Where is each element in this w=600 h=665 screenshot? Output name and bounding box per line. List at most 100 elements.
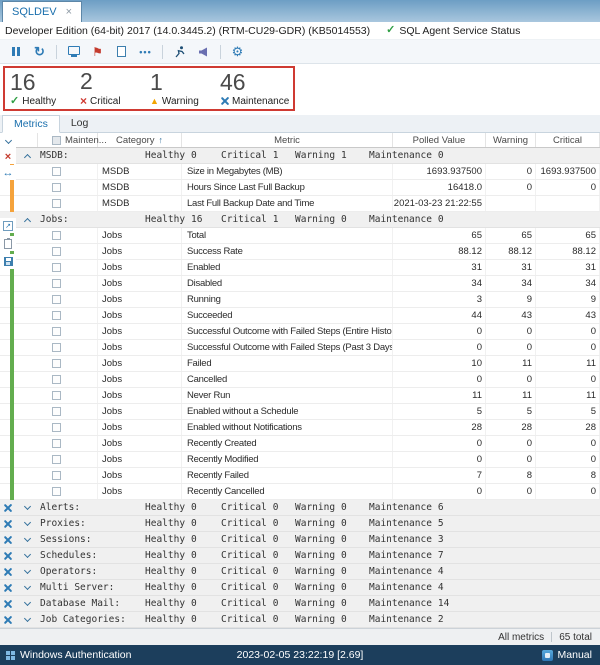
metric-row[interactable]: Jobs Successful Outcome with Failed Step… [0, 340, 600, 356]
settings-button[interactable]: ⚙ [227, 42, 248, 62]
expand-chevron-icon[interactable] [23, 534, 31, 543]
metric-row[interactable]: Jobs Never Run 11 11 11 [0, 388, 600, 404]
collapsed-group-row[interactable]: Operators: Healthy 0 Critical 0 Warning 0 M… [0, 564, 600, 580]
maintenance-checkbox[interactable] [52, 231, 61, 240]
group-row-msdb[interactable]: MSDB: Healthy 0 Critical 1 Warning 1 Mainte… [0, 148, 600, 164]
metric-row[interactable]: MSDB Hours Since Last Full Backup 16418.… [0, 180, 600, 196]
maintenance-checkbox[interactable] [52, 167, 61, 176]
report-button[interactable] [111, 42, 132, 62]
maintenance-checkbox[interactable] [52, 199, 61, 208]
column-header-metric[interactable]: Metric [182, 133, 393, 147]
metric-row[interactable]: Jobs Recently Created 0 0 0 [0, 436, 600, 452]
maintenance-checkbox[interactable] [52, 295, 61, 304]
metric-row[interactable]: Jobs Enabled without Notifications 28 28… [0, 420, 600, 436]
group-maintenance: Maintenance 0 [369, 150, 444, 161]
agent-run-button[interactable] [169, 42, 190, 62]
flag-button[interactable]: ⚑ [87, 42, 108, 62]
select-all-checkbox[interactable] [52, 135, 61, 145]
metric-row[interactable]: Jobs Success Rate 88.12 88.12 88.12 [0, 244, 600, 260]
critical-cell: 0 [536, 372, 600, 387]
maintenance-checkbox[interactable] [52, 439, 61, 448]
column-header-warning[interactable]: Warning [486, 133, 536, 147]
expand-chevron-icon[interactable] [23, 598, 31, 607]
group-name: Sessions: [40, 534, 92, 545]
collapse-chevron-icon[interactable] [23, 153, 31, 161]
maintenance-checkbox[interactable] [52, 423, 61, 432]
refresh-button[interactable]: ↻ [29, 42, 50, 62]
app-window: SQLDEV × Developer Edition (64-bit) 2017… [0, 0, 600, 665]
pause-button[interactable] [5, 42, 26, 62]
announce-button[interactable] [193, 42, 214, 62]
tab-log[interactable]: Log [60, 114, 100, 132]
column-header-category[interactable]: Category ↑ [98, 133, 182, 147]
metric-cell: Enabled without a Schedule [182, 404, 393, 419]
maintenance-checkbox[interactable] [52, 391, 61, 400]
collapse-all-button[interactable] [0, 134, 16, 149]
polled-header-label: Polled Value [412, 134, 466, 146]
metric-row[interactable]: Jobs Recently Failed 7 8 8 [0, 468, 600, 484]
maintenance-checkbox[interactable] [52, 487, 61, 496]
metric-row[interactable]: Jobs Total 65 65 65 [0, 228, 600, 244]
metric-row[interactable]: Jobs Successful Outcome with Failed Step… [0, 324, 600, 340]
maintenance-checkbox[interactable] [52, 407, 61, 416]
maintenance-checkbox[interactable] [52, 327, 61, 336]
tab-title: SQLDEV [12, 6, 57, 18]
column-header-critical[interactable]: Critical [536, 133, 600, 147]
maintenance-checkbox[interactable] [52, 183, 61, 192]
maintenance-checkbox[interactable] [52, 343, 61, 352]
more-options-button[interactable]: ••• [135, 42, 156, 62]
metrics-grid: Mainten... Category ↑ Metric Polled Valu… [0, 133, 600, 628]
export-button[interactable]: ↗ [0, 218, 16, 233]
metric-row[interactable]: Jobs Enabled 31 31 31 [0, 260, 600, 276]
expand-chevron-icon[interactable] [23, 502, 31, 511]
maintenance-checkbox[interactable] [52, 455, 61, 464]
expand-chevron-icon[interactable] [23, 566, 31, 575]
maintenance-checkbox[interactable] [52, 311, 61, 320]
save-button[interactable] [0, 254, 16, 269]
copy-button[interactable] [0, 236, 16, 251]
expand-chevron-icon[interactable] [23, 550, 31, 559]
metric-row[interactable]: MSDB Last Full Backup Date and Time 2021… [0, 196, 600, 212]
collapsed-group-row[interactable]: Multi Server: Healthy 0 Critical 0 Warning… [0, 580, 600, 596]
group-healthy: Healthy 0 [145, 518, 197, 529]
collapsed-group-row[interactable]: Schedules: Healthy 0 Critical 0 Warning 0 M… [0, 548, 600, 564]
metric-row[interactable]: Jobs Running 3 9 9 [0, 292, 600, 308]
category-cell: MSDB [98, 196, 182, 211]
metric-row[interactable]: Jobs Cancelled 0 0 0 [0, 372, 600, 388]
connection-tab-sqldev[interactable]: SQLDEV × [2, 1, 83, 22]
metric-row[interactable]: Jobs Recently Cancelled 0 0 0 [0, 484, 600, 500]
column-header-maintenance[interactable]: Mainten... [38, 133, 107, 147]
maintenance-checkbox[interactable] [52, 375, 61, 384]
tab-close-icon[interactable]: × [66, 6, 72, 18]
metric-row[interactable]: MSDB Size in Megabytes (MB) 1693.937500 … [0, 164, 600, 180]
metric-row[interactable]: Jobs Failed 10 11 11 [0, 356, 600, 372]
tab-metrics[interactable]: Metrics [2, 115, 60, 133]
refresh-mode[interactable]: Manual [541, 649, 592, 661]
maintenance-checkbox[interactable] [52, 263, 61, 272]
clear-button[interactable]: × [0, 149, 16, 164]
refresh-icon: ↻ [34, 44, 45, 59]
collapsed-group-row[interactable]: Job Categories: Healthy 0 Critical 0 Warni… [0, 612, 600, 628]
group-row-jobs[interactable]: Jobs: Healthy 16 Critical 1 Warning 0 Maint… [0, 212, 600, 228]
maintenance-checkbox[interactable] [52, 279, 61, 288]
metric-row[interactable]: Jobs Succeeded 44 43 43 [0, 308, 600, 324]
maintenance-checkbox[interactable] [52, 359, 61, 368]
group-name: MSDB: [40, 150, 69, 161]
expand-chevron-icon[interactable] [23, 614, 31, 623]
polled-value-cell: 7 [393, 468, 486, 483]
column-header-polled-value[interactable]: Polled Value [393, 133, 486, 147]
collapsed-group-row[interactable]: Sessions: Healthy 0 Critical 0 Warning 0 Ma… [0, 532, 600, 548]
expand-chevron-icon[interactable] [23, 582, 31, 591]
collapsed-group-row[interactable]: Alerts: Healthy 0 Critical 0 Warning 0 Main… [0, 500, 600, 516]
metric-row[interactable]: Jobs Recently Modified 0 0 0 [0, 452, 600, 468]
metric-row[interactable]: Jobs Enabled without a Schedule 5 5 5 [0, 404, 600, 420]
collapsed-group-row[interactable]: Proxies: Healthy 0 Critical 0 Warning 0 Mai… [0, 516, 600, 532]
maintenance-checkbox[interactable] [52, 471, 61, 480]
expand-chevron-icon[interactable] [23, 518, 31, 527]
collapsed-group-row[interactable]: Database Mail: Healthy 0 Critical 0 Warnin… [0, 596, 600, 612]
monitor-button[interactable] [63, 42, 84, 62]
collapse-chevron-icon[interactable] [23, 217, 31, 225]
fit-columns-button[interactable]: ↔ [0, 165, 16, 180]
metric-row[interactable]: Jobs Disabled 34 34 34 [0, 276, 600, 292]
maintenance-checkbox[interactable] [52, 247, 61, 256]
